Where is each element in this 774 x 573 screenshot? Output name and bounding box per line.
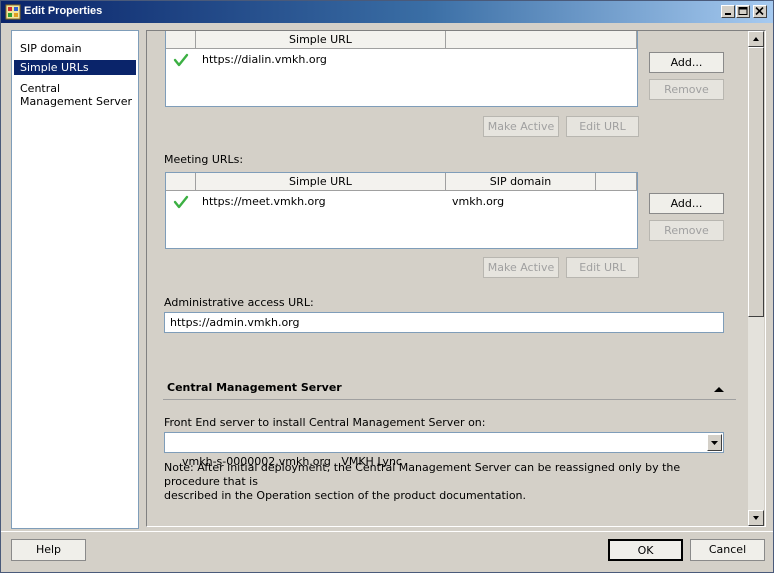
nav-item-sip-domain[interactable]: SIP domain (14, 41, 136, 56)
dialin-url: https://dialin.vmkh.org (202, 53, 327, 66)
column-header-simple-url[interactable]: Simple URL (196, 31, 446, 49)
cancel-button[interactable]: Cancel (690, 539, 765, 561)
table-row[interactable]: https://meet.vmkh.org vmkh.org (166, 193, 637, 211)
footer-divider (1, 531, 773, 532)
properties-app-icon (5, 4, 21, 20)
nav-item-central-management-server[interactable]: Central Management Server (14, 81, 134, 109)
dialin-edit-url-button[interactable]: Edit URL (566, 116, 639, 137)
meeting-urls-label: Meeting URLs: (164, 153, 244, 166)
section-divider (163, 399, 736, 400)
cms-note: Note: After initial deployment, the Cent… (164, 461, 739, 503)
column-header-status[interactable] (166, 31, 196, 49)
column-header-sip-domain[interactable]: SIP domain (446, 173, 596, 191)
scroll-thumb[interactable] (748, 47, 764, 317)
minimize-icon[interactable] (721, 5, 735, 18)
column-header-status[interactable] (166, 173, 196, 191)
meeting-url-list[interactable]: Simple URL SIP domain https://meet.vmkh.… (165, 172, 638, 249)
meeting-remove-button[interactable]: Remove (649, 220, 724, 241)
collapse-arrow-icon[interactable] (714, 383, 724, 396)
window-title: Edit Properties (24, 5, 103, 17)
meeting-sip-domain: vmkh.org (452, 195, 505, 208)
table-row[interactable]: https://dialin.vmkh.org (166, 51, 637, 69)
dialin-url-list[interactable]: Simple URL https://dialin.vmkh.org (165, 31, 638, 107)
edit-properties-window: Edit Properties SIP domain Simple URLs C… (0, 0, 774, 573)
close-icon[interactable] (753, 5, 767, 18)
check-icon (173, 52, 189, 72)
cms-section-title: Central Management Server (167, 381, 342, 394)
dialin-add-button[interactable]: Add... (649, 52, 724, 73)
column-header-blank (596, 173, 637, 191)
dialin-make-active-button[interactable]: Make Active (483, 116, 559, 137)
column-header-blank (446, 31, 637, 49)
meeting-edit-url-button[interactable]: Edit URL (566, 257, 639, 278)
frontend-server-select[interactable]: vmkh-s-0000002.vmkh.org VMKH Lync (164, 432, 724, 468)
meeting-add-button[interactable]: Add... (649, 193, 724, 214)
nav-item-simple-urls[interactable]: Simple URLs (14, 60, 136, 75)
vertical-scrollbar[interactable] (748, 31, 764, 526)
column-header-simple-url[interactable]: Simple URL (196, 173, 446, 191)
frontend-server-label: Front End server to install Central Mana… (164, 416, 486, 429)
chevron-down-icon[interactable] (707, 434, 722, 451)
help-button[interactable]: Help (11, 539, 86, 561)
dialin-remove-button[interactable]: Remove (649, 79, 724, 100)
admin-url-label: Administrative access URL: (164, 296, 314, 309)
ok-button[interactable]: OK (608, 539, 683, 561)
maximize-icon[interactable] (736, 5, 750, 18)
meeting-make-active-button[interactable]: Make Active (483, 257, 559, 278)
admin-url-input[interactable]: https://admin.vmkh.org (164, 312, 724, 333)
check-icon (173, 194, 189, 214)
scroll-down-icon[interactable] (748, 510, 764, 526)
cms-note-line-2: described in the Operation section of th… (164, 489, 527, 502)
title-bar[interactable]: Edit Properties (1, 1, 773, 23)
scroll-up-icon[interactable] (748, 31, 764, 47)
meeting-url: https://meet.vmkh.org (202, 195, 326, 208)
settings-nav: SIP domain Simple URLs Central Managemen… (11, 30, 139, 529)
cms-note-line-1: Note: After initial deployment, the Cent… (164, 461, 681, 488)
